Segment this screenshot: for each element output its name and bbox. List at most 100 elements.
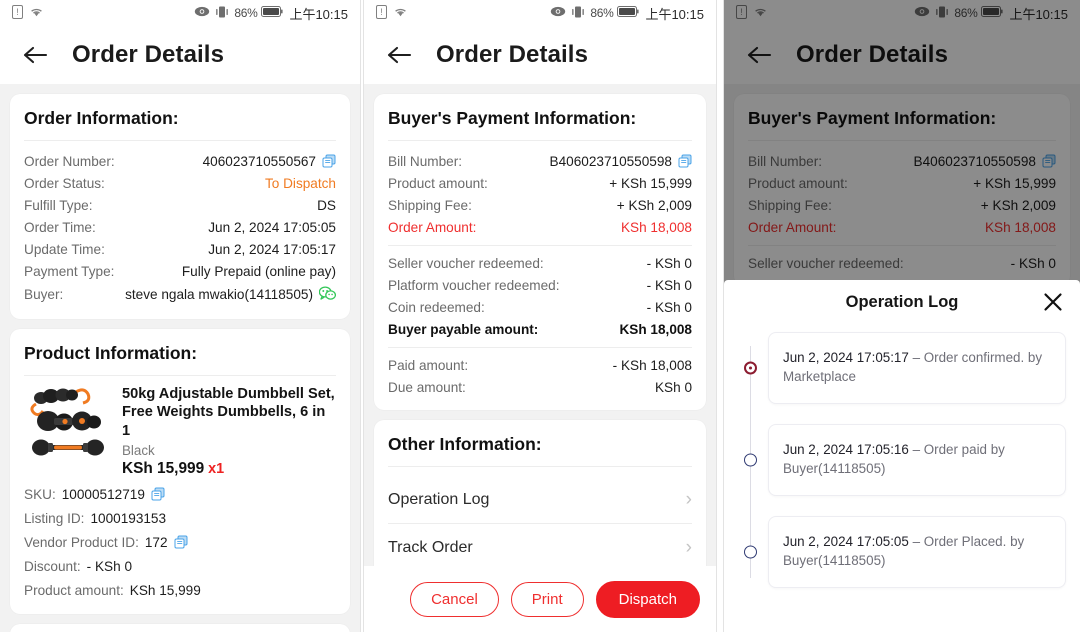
status-bar-1: ! 86% 上午10:15: [0, 0, 360, 26]
close-icon[interactable]: [1042, 291, 1064, 313]
value: 10000512719: [61, 486, 145, 502]
label: Product amount:: [24, 582, 124, 598]
sim-alert-icon: !: [376, 4, 387, 22]
value: Jun 2, 2024 17:05:05: [208, 219, 336, 235]
screenshot-stage: ! 86% 上午10:15 Order Details Order Inform…: [0, 0, 1080, 632]
label: Order Number:: [24, 153, 115, 169]
product-variant: Black: [122, 443, 155, 459]
label: SKU:: [24, 486, 56, 502]
status-bar-2: ! 86% 上午10:15: [364, 0, 716, 26]
label: Listing ID:: [24, 510, 85, 526]
divider: [388, 466, 692, 467]
row-bill-number: Bill Number: B406023710550598: [388, 150, 692, 172]
status-bar-left: !: [736, 4, 768, 22]
label: Track Order: [388, 538, 473, 556]
svg-text:!: !: [16, 7, 19, 17]
payment-information-title: Buyer's Payment Information:: [748, 108, 997, 128]
product-information-card: Product Information: 50kg Adjustable Dum…: [10, 329, 350, 615]
value-wrap: steve ngala mwakio(14118505): [125, 285, 337, 304]
back-arrow-icon[interactable]: [384, 40, 414, 70]
copy-icon[interactable]: [151, 487, 165, 501]
other-information-title: Other Information:: [388, 434, 542, 454]
operation-log-sheet: Operation Log Jun 2, 2024 17:05:17 – Ord…: [724, 280, 1080, 632]
row-operation-log[interactable]: Operation Log ›: [388, 476, 692, 523]
print-button[interactable]: Print: [510, 581, 584, 617]
product-price-line: KSh 15,999 x1: [122, 460, 336, 478]
copy-icon[interactable]: [322, 154, 336, 168]
row-listing-id: Listing ID: 1000193153: [24, 506, 336, 530]
clock-time: 上午10:15: [1009, 6, 1068, 22]
label: Order Amount:: [388, 219, 477, 235]
action-footer: Cancel Print Dispatch: [364, 566, 716, 632]
back-arrow-icon[interactable]: [744, 40, 774, 70]
dispatch-button[interactable]: Dispatch: [595, 580, 700, 618]
payment-information-card: Buyer's Payment Information: Bill Number…: [374, 94, 706, 410]
log-timestamp: Jun 2, 2024 17:05:05: [783, 534, 909, 550]
cancel-button[interactable]: Cancel: [410, 581, 499, 617]
product-info: 50kg Adjustable Dumbbell Set, Free Weigh…: [122, 385, 336, 478]
battery-percentage: 86%: [954, 6, 978, 20]
page-title: Order Details: [436, 41, 589, 68]
wifi-icon: [393, 5, 408, 21]
value: steve ngala mwakio(14118505): [125, 287, 313, 302]
clock-time: 上午10:15: [645, 6, 704, 22]
row-update-time: Update Time: Jun 2, 2024 17:05:17: [24, 238, 336, 260]
order-information-card: Order Information: Order Number: 4060237…: [10, 94, 350, 319]
eye-icon: [550, 6, 566, 20]
value: KSh 18,008: [620, 219, 692, 235]
copy-icon[interactable]: [678, 154, 692, 168]
label: Fulfill Type:: [24, 197, 93, 213]
value: 172: [144, 534, 168, 550]
panel-1-scroll[interactable]: Order Information: Order Number: 4060237…: [0, 84, 360, 632]
row-track-order[interactable]: Track Order ›: [388, 523, 692, 566]
row-order-amount: Order Amount: KSh 18,008: [748, 216, 1056, 238]
next-card-peek: [10, 624, 350, 632]
label: Bill Number:: [388, 153, 463, 169]
svg-text:!: !: [380, 7, 383, 17]
row-order-time: Order Time: Jun 2, 2024 17:05:05: [24, 216, 336, 238]
log-entry-text: Jun 2, 2024 17:05:05 – Order Placed. by …: [783, 533, 1051, 571]
label: Operation Log: [388, 490, 490, 508]
label: Order Amount:: [748, 219, 837, 235]
status-bar-left: !: [12, 4, 44, 22]
row-bill-number: Bill Number: B406023710550598: [748, 150, 1056, 172]
log-entry-card: Jun 2, 2024 17:05:05 – Order Placed. by …: [768, 516, 1066, 588]
status-bar-left: !: [376, 4, 408, 22]
value: + KSh 2,009: [616, 197, 692, 213]
panel-2-scroll[interactable]: Buyer's Payment Information: Bill Number…: [364, 84, 716, 566]
label: Order Time:: [24, 219, 96, 235]
value: Jun 2, 2024 17:05:17: [208, 241, 336, 257]
copy-icon[interactable]: [174, 535, 188, 549]
svg-text:!: !: [740, 7, 743, 17]
nav-bar-1: Order Details: [0, 26, 360, 84]
payment-information-title: Buyer's Payment Information:: [388, 108, 637, 128]
back-arrow-icon[interactable]: [20, 40, 50, 70]
label: Bill Number:: [748, 153, 823, 169]
row-order-amount: Order Amount: KSh 18,008: [388, 216, 692, 238]
value: - KSh 18,008: [612, 357, 692, 373]
row-discount: Discount: - KSh 0: [24, 554, 336, 578]
chat-icon[interactable]: [318, 285, 337, 304]
row-seller-voucher: Seller voucher redeemed: - KSh 0: [388, 252, 692, 274]
value: B406023710550598: [549, 153, 672, 169]
value: - KSh 0: [86, 558, 133, 574]
row-vendor-product-id: Vendor Product ID: 172: [24, 530, 336, 554]
log-entry-text: Jun 2, 2024 17:05:17 – Order confirmed. …: [783, 349, 1051, 387]
order-information-title: Order Information:: [24, 108, 179, 128]
value: KSh 15,999: [129, 582, 201, 598]
label: Update Time:: [24, 241, 105, 257]
value: + KSh 2,009: [980, 197, 1056, 213]
row-shipping-fee: Shipping Fee: + KSh 2,009: [388, 194, 692, 216]
row-platform-voucher: Platform voucher redeemed: - KSh 0: [388, 274, 692, 296]
log-entry-text: Jun 2, 2024 17:05:16 – Order paid by Buy…: [783, 441, 1051, 479]
value: - KSh 0: [646, 255, 692, 271]
value: - KSh 0: [1010, 255, 1056, 271]
row-order-status: Order Status: To Dispatch: [24, 172, 336, 194]
value: + KSh 15,999: [973, 175, 1056, 191]
vibrate-icon: [214, 6, 230, 21]
value: - KSh 0: [646, 277, 692, 293]
row-payment-type: Payment Type: Fully Prepaid (online pay): [24, 260, 336, 282]
battery-icon: [981, 6, 1004, 20]
label: Product amount:: [748, 175, 848, 191]
label: Due amount:: [388, 379, 466, 395]
